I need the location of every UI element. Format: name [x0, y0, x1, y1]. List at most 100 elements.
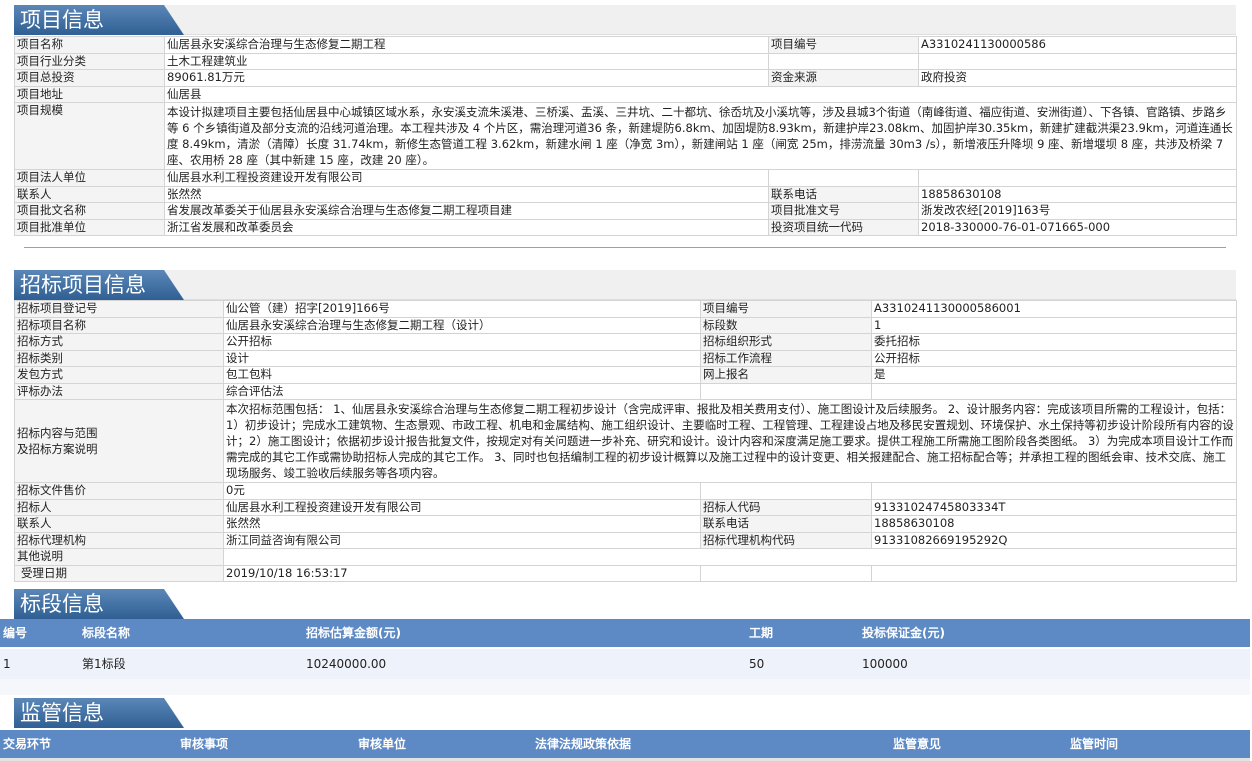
- tenderer-code-label: 招标人代码: [700, 498, 872, 516]
- table-row: 招标人 仙居县水利工程投资建设开发有限公司 招标人代码 913310247458…: [14, 498, 1237, 516]
- section-name-cell: 第1标段: [82, 657, 126, 671]
- table-row: 招标代理机构 浙江同益咨询有限公司 招标代理机构代码 9133108266919…: [14, 531, 1237, 549]
- project-investment-value: 89061.81万元: [164, 69, 769, 87]
- empty-cell: [918, 52, 1237, 70]
- table-row: 项目批准单位 浙江省发展和改革委员会 投资项目统一代码 2018-330000-…: [14, 218, 1237, 236]
- tender-reg-no-label: 招标项目登记号: [14, 300, 224, 318]
- col-header-deposit: 投标保证金(元): [862, 626, 945, 640]
- table-row: 项目名称 仙居县永安溪综合治理与生态修复二期工程 项目编号 A331024113…: [14, 36, 1237, 54]
- approval-doc-name-value: 省发展改革委关于仙居县永安溪综合治理与生态修复二期工程项目建: [164, 202, 769, 220]
- accept-date-label: 受理日期: [14, 564, 224, 582]
- section-grid-footer: [0, 679, 1250, 695]
- doc-price-label: 招标文件售价: [14, 482, 224, 500]
- evaluation-method-label: 评标办法: [14, 382, 224, 400]
- tender-workflow-value: 公开招标: [871, 349, 1237, 367]
- col-header-supervision-time: 监管时间: [1070, 737, 1119, 751]
- col-header-number: 编号: [3, 626, 28, 640]
- project-code-label: 项目编号: [768, 36, 919, 54]
- contact-label: 联系人: [14, 185, 165, 203]
- tender-phone-value: 18858630108: [871, 515, 1237, 533]
- tender-scope-label-line1: 招标内容与范围: [17, 426, 98, 440]
- section-deposit-cell: 100000: [862, 657, 908, 671]
- project-scale-value: 本设计拟建项目主要包括仙居县中心城镇区域水系，永安溪支流朱溪港、三桥溪、盂溪、三…: [164, 102, 1237, 170]
- tender-org-form-label: 招标组织形式: [700, 333, 872, 351]
- approval-doc-name-label: 项目批文名称: [14, 202, 165, 220]
- table-row: 招标内容与范围 及招标方案说明 本次招标范围包括： 1、仙居县永安溪综合治理与生…: [14, 399, 1237, 483]
- empty-cell: [700, 564, 872, 582]
- approval-doc-number-label: 项目批准文号: [768, 202, 919, 220]
- tender-project-name-label: 招标项目名称: [14, 316, 224, 334]
- project-industry-value: 土木工程建筑业: [164, 52, 769, 70]
- approval-unit-label: 项目批准单位: [14, 218, 165, 236]
- tender-method-value: 公开招标: [223, 333, 701, 351]
- tender-category-value: 设计: [223, 349, 701, 367]
- table-row: 招标文件售价 0元: [14, 482, 1237, 500]
- tender-project-code-label: 项目编号: [700, 300, 872, 318]
- col-header-legal-basis: 法律法规政策依据: [535, 737, 632, 751]
- tenderer-label: 招标人: [14, 498, 224, 516]
- funding-source-value: 政府投资: [918, 69, 1237, 87]
- empty-cell: [871, 564, 1237, 582]
- agency-code-label: 招标代理机构代码: [700, 531, 872, 549]
- project-legal-entity-value: 仙居县水利工程投资建设开发有限公司: [164, 169, 769, 187]
- online-signup-label: 网上报名: [700, 366, 872, 384]
- project-name-label: 项目名称: [14, 36, 165, 54]
- table-row: 联系人 张然然 联系电话 18858630108: [14, 185, 1237, 203]
- tender-contact-value: 张然然: [223, 515, 701, 533]
- tender-scope-label: 招标内容与范围 及招标方案说明: [14, 399, 224, 483]
- section-duration-cell: 50: [749, 657, 765, 671]
- empty-cell: [768, 169, 919, 187]
- contract-method-label: 发包方式: [14, 366, 224, 384]
- other-notes-value: [223, 548, 1237, 566]
- section-info-title: 标段信息: [14, 589, 184, 619]
- table-row: 项目规模 本设计拟建项目主要包括仙居县中心城镇区域水系，永安溪支流朱溪港、三桥溪…: [14, 102, 1237, 170]
- table-row: 其他说明: [14, 548, 1237, 566]
- empty-cell: [918, 169, 1237, 187]
- empty-cell: [700, 382, 872, 400]
- empty-cell: [768, 52, 919, 70]
- table-row: 项目行业分类 土木工程建筑业: [14, 52, 1237, 70]
- section-divider: [24, 247, 1226, 248]
- tenderer-value: 仙居县水利工程投资建设开发有限公司: [223, 498, 701, 516]
- project-legal-entity-label: 项目法人单位: [14, 169, 165, 187]
- other-notes-label: 其他说明: [14, 548, 224, 566]
- investment-code-label: 投资项目统一代码: [768, 218, 919, 236]
- tender-contact-label: 联系人: [14, 515, 224, 533]
- phone-value: 18858630108: [918, 185, 1237, 203]
- table-row: 项目地址 仙居县: [14, 85, 1237, 103]
- contact-value: 张然然: [164, 185, 769, 203]
- section-count-label: 标段数: [700, 316, 872, 334]
- investment-code-value: 2018-330000-76-01-071665-000: [918, 218, 1237, 236]
- tender-section-title: 招标项目信息: [14, 270, 184, 300]
- empty-cell: [871, 482, 1237, 500]
- table-row: 招标项目名称 仙居县永安溪综合治理与生态修复二期工程（设计） 标段数 1: [14, 316, 1237, 334]
- tender-method-label: 招标方式: [14, 333, 224, 351]
- project-scale-label: 项目规模: [14, 102, 165, 170]
- col-header-review-item: 审核事项: [180, 737, 229, 751]
- project-section-title: 项目信息: [14, 5, 184, 35]
- tender-info-table: 招标项目登记号 仙公管（建）招字[2019]166号 项目编号 A3310241…: [14, 300, 1237, 582]
- agency-value: 浙江同益咨询有限公司: [223, 531, 701, 549]
- tender-category-label: 招标类别: [14, 349, 224, 367]
- accept-date-value: 2019/10/18 16:53:17: [223, 564, 701, 582]
- tender-phone-label: 联系电话: [700, 515, 872, 533]
- table-row: 招标类别 设计 招标工作流程 公开招标: [14, 349, 1237, 367]
- col-header-estimate: 招标估算金额(元): [306, 626, 401, 640]
- tender-scope-label-line2: 及招标方案说明: [17, 442, 98, 456]
- doc-price-value: 0元: [223, 482, 701, 500]
- agency-label: 招标代理机构: [14, 531, 224, 549]
- section-number-cell: 1: [3, 657, 11, 671]
- contract-method-value: 包工包料: [223, 366, 701, 384]
- tender-workflow-label: 招标工作流程: [700, 349, 872, 367]
- approval-unit-value: 浙江省发展和改革委员会: [164, 218, 769, 236]
- tender-project-code-value: A3310241130000586001: [871, 300, 1237, 318]
- col-header-trade-stage: 交易环节: [3, 737, 52, 751]
- table-row: 项目总投资 89061.81万元 资金来源 政府投资: [14, 69, 1237, 87]
- section-grid-header: 编号 标段名称 招标估算金额(元) 工期 投标保证金(元): [0, 619, 1250, 647]
- table-row: 项目批文名称 省发展改革委关于仙居县永安溪综合治理与生态修复二期工程项目建 项目…: [14, 202, 1237, 220]
- project-address-label: 项目地址: [14, 85, 165, 103]
- online-signup-value: 是: [871, 366, 1237, 384]
- agency-code-value: 91331082669195292Q: [871, 531, 1237, 549]
- empty-cell: [700, 482, 872, 500]
- project-industry-label: 项目行业分类: [14, 52, 165, 70]
